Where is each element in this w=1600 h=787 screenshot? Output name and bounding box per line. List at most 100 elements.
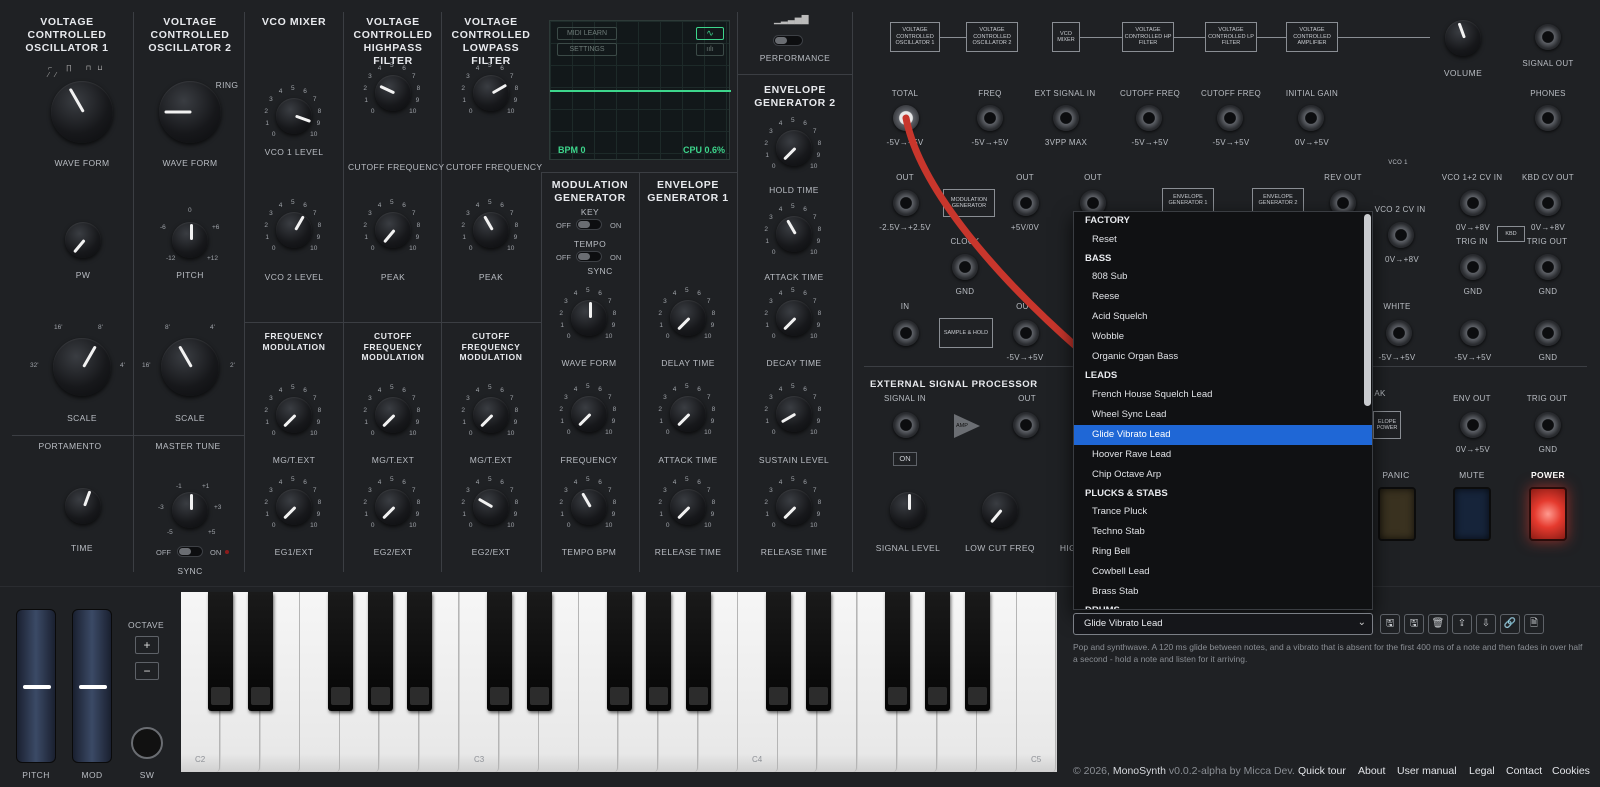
vco1-pw-knob[interactable] — [65, 222, 101, 258]
mute-button[interactable] — [1453, 487, 1491, 541]
vco12cv-jack[interactable] — [1460, 190, 1486, 216]
mod-wheel[interactable] — [72, 609, 112, 763]
volume-knob[interactable] — [1445, 20, 1481, 56]
preset-option[interactable]: Techno Stab — [1074, 522, 1372, 542]
preset-option[interactable]: Cowbell Lead — [1074, 562, 1372, 582]
panic-button[interactable] — [1378, 487, 1416, 541]
eg2-sustain-knob[interactable] — [776, 396, 812, 432]
lpf-cutoff-knob[interactable] — [473, 75, 509, 111]
preset-option[interactable]: Chip Octave Arp — [1074, 465, 1372, 485]
vco2-pitch-knob[interactable] — [172, 222, 208, 258]
vco1-scale-knob[interactable] — [53, 338, 111, 396]
black-key[interactable] — [606, 592, 632, 711]
menu-scrollbar[interactable] — [1364, 214, 1371, 406]
file-icon[interactable]: 🗎 — [1524, 614, 1544, 634]
vco1-level-knob[interactable] — [276, 98, 312, 134]
preset-option[interactable]: Brass Stab — [1074, 582, 1372, 602]
eg1-release-knob[interactable] — [670, 489, 706, 525]
preset-option[interactable]: French House Squelch Lead — [1074, 385, 1372, 405]
octave-down-button[interactable]: − — [135, 662, 159, 680]
footer-link-legal[interactable]: Legal — [1469, 765, 1495, 777]
midi-learn-button[interactable]: MIDI LEARN — [557, 27, 617, 40]
settings-button[interactable]: SETTINGS — [557, 43, 617, 56]
fm-mgt-knob[interactable] — [276, 397, 312, 433]
black-key[interactable] — [526, 592, 552, 711]
sw-button[interactable] — [131, 727, 163, 759]
cfm1-mgt-knob[interactable] — [375, 397, 411, 433]
footer-link-quick-tour[interactable]: Quick tour — [1298, 765, 1346, 777]
black-key[interactable] — [686, 592, 712, 711]
esp-on-button[interactable]: ON — [893, 452, 917, 466]
eg2-hold-knob[interactable] — [776, 130, 812, 166]
eg2-release-knob[interactable] — [776, 489, 812, 525]
phones-jack[interactable] — [1535, 105, 1561, 131]
low-cut-knob[interactable] — [982, 492, 1018, 528]
fm-eg1-knob[interactable] — [276, 489, 312, 525]
preset-option[interactable]: 808 Sub — [1074, 267, 1372, 287]
black-key[interactable] — [964, 592, 990, 711]
kbdcv-jack[interactable] — [1535, 190, 1561, 216]
white-key[interactable] — [1017, 592, 1057, 772]
trig-in-jack[interactable] — [1460, 254, 1486, 280]
white-noise-jack[interactable] — [1386, 320, 1412, 346]
eg1-delay-knob[interactable] — [670, 300, 706, 336]
black-key[interactable] — [646, 592, 672, 711]
black-key[interactable] — [407, 592, 433, 711]
key-toggle[interactable] — [576, 219, 602, 230]
preset-option[interactable]: Reese — [1074, 287, 1372, 307]
eg2-attack-knob[interactable] — [776, 216, 812, 252]
preset-option[interactable]: Trance Pluck — [1074, 502, 1372, 522]
cfm2-eg2-knob[interactable] — [473, 489, 509, 525]
footer-link-user-manual[interactable]: User manual — [1397, 765, 1457, 777]
esp-out-jack[interactable] — [1013, 412, 1039, 438]
preset-option[interactable]: Glide Vibrato Lead — [1074, 424, 1372, 445]
trig-out-jack[interactable] — [1535, 254, 1561, 280]
pitch-wheel[interactable] — [16, 609, 56, 763]
preset-select[interactable]: Glide Vibrato Lead ⌄ — [1073, 613, 1373, 635]
wave-view-button[interactable]: ∿ — [696, 27, 724, 40]
black-key[interactable] — [367, 592, 393, 711]
octave-up-button[interactable]: + — [135, 636, 159, 654]
gnd-jack[interactable] — [1535, 320, 1561, 346]
upload-icon[interactable]: ⇪ — [1452, 614, 1472, 634]
brand-link[interactable]: MonoSynth — [1113, 765, 1166, 777]
mg-frequency-knob[interactable] — [571, 396, 607, 432]
preset-option[interactable]: Acid Squelch — [1074, 307, 1372, 327]
mg-waveform-knob[interactable] — [571, 300, 607, 336]
keyboard[interactable] — [181, 592, 1057, 772]
footer-link-contact[interactable]: Contact — [1506, 765, 1542, 777]
black-key[interactable] — [208, 592, 234, 711]
eg1-attack-knob[interactable] — [670, 396, 706, 432]
link-icon[interactable]: 🔗 — [1500, 614, 1520, 634]
trash-icon[interactable]: 🗑 — [1428, 614, 1448, 634]
signal-level-knob[interactable] — [890, 492, 926, 528]
lpf-peak-knob[interactable] — [473, 212, 509, 248]
vco2-level-knob[interactable] — [276, 212, 312, 248]
save-icon[interactable]: 🖫 — [1380, 614, 1400, 634]
black-key[interactable] — [487, 592, 513, 711]
cfm2-mgt-knob[interactable] — [473, 397, 509, 433]
footer-link-about[interactable]: About — [1358, 765, 1385, 777]
download-icon[interactable]: ⇩ — [1476, 614, 1496, 634]
preset-option[interactable]: Ring Bell — [1074, 542, 1372, 562]
cfm1-eg2-knob[interactable] — [375, 489, 411, 525]
env-out-jack[interactable] — [1460, 412, 1486, 438]
hpf-cutoff-knob[interactable] — [375, 75, 411, 111]
performance-toggle[interactable] — [773, 35, 803, 46]
portamento-time-knob[interactable] — [65, 488, 101, 524]
preset-option[interactable]: Organic Organ Bass — [1074, 347, 1372, 367]
black-key[interactable] — [885, 592, 911, 711]
black-key[interactable] — [327, 592, 353, 711]
vco2-waveform-knob[interactable] — [159, 81, 221, 143]
signal-out-jack[interactable] — [1535, 24, 1561, 50]
save-as-icon[interactable]: 🖫 — [1404, 614, 1424, 634]
cutoff1-jack[interactable] — [1136, 105, 1162, 131]
cutoff2-jack[interactable] — [1217, 105, 1243, 131]
vco2cv-jack[interactable] — [1388, 222, 1414, 248]
pink-noise-jack[interactable] — [1460, 320, 1486, 346]
preset-dropdown-menu[interactable]: FACTORY Reset BASS 808 Sub Reese Acid Squelch… — [1073, 211, 1373, 610]
black-key[interactable] — [925, 592, 951, 711]
black-key[interactable] — [765, 592, 791, 711]
signal-in-jack[interactable] — [893, 412, 919, 438]
preset-option[interactable]: Hoover Rave Lead — [1074, 445, 1372, 465]
